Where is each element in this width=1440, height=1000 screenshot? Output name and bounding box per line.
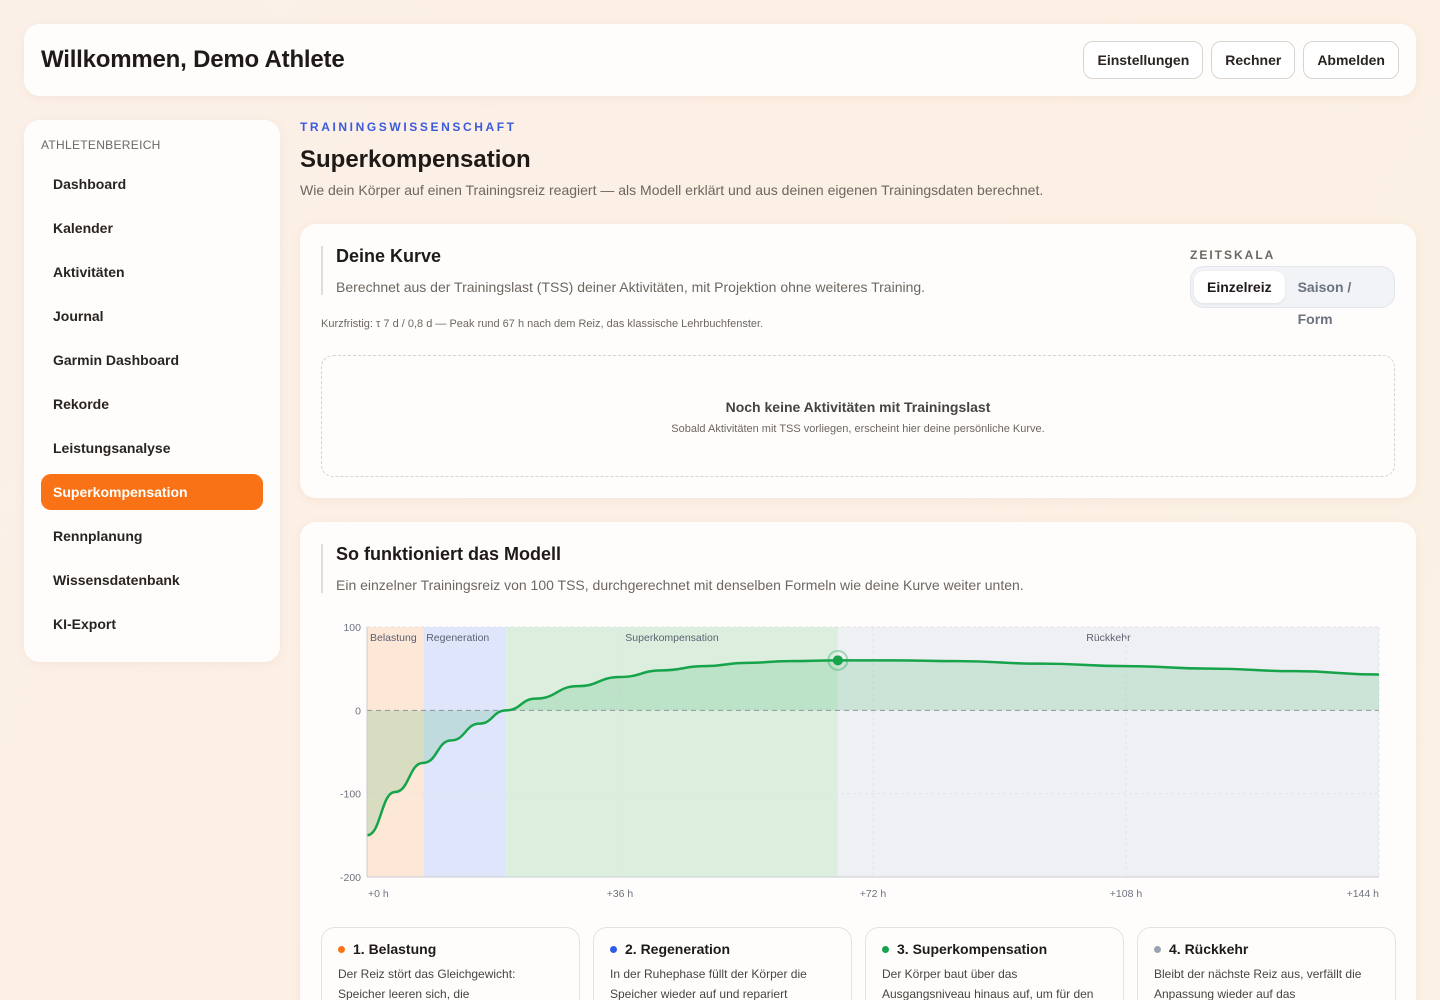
curve-card-header: Deine Kurve Berechnet aus der Trainingsl…: [321, 246, 925, 295]
phase-label: Superkompensation: [625, 632, 719, 644]
phase-label: Belastung: [370, 632, 417, 644]
sidebar-item-leistungsanalyse[interactable]: Leistungsanalyse: [41, 430, 263, 466]
y-tick-label: 0: [355, 705, 361, 717]
sidebar-item-journal[interactable]: Journal: [41, 298, 263, 334]
sidebar-item-rennplanung[interactable]: Rennplanung: [41, 518, 263, 554]
x-tick-label: +108 h: [1110, 888, 1143, 900]
x-tick-label: +144 h: [1347, 888, 1380, 900]
x-tick-label: +0 h: [368, 888, 389, 900]
curve-card: Deine Kurve Berechnet aus der Trainingsl…: [300, 224, 1416, 498]
x-tick-label: +36 h: [607, 888, 634, 900]
welcome-title: Willkommen, Demo Athlete: [41, 46, 345, 73]
scale-option-season[interactable]: Saison / Form: [1285, 271, 1391, 327]
sidebar-item-rekorde[interactable]: Rekorde: [41, 386, 263, 422]
phase-card-title: 4. Rückkehr: [1169, 941, 1249, 957]
scale-option-single[interactable]: Einzelreiz: [1194, 271, 1285, 303]
main-content: TRAININGSWISSENSCHAFT Superkompensation …: [300, 120, 1416, 1000]
page-eyebrow: TRAININGSWISSENSCHAFT: [300, 120, 517, 134]
phase-card-regeneration: 2. Regeneration In der Ruhephase füllt d…: [593, 927, 852, 1000]
y-tick-label: -200: [340, 872, 361, 884]
time-scale-label: ZEITSKALA: [1190, 248, 1276, 262]
phase-dot-icon: [610, 945, 617, 953]
phase-dot-icon: [338, 945, 345, 953]
peak-marker: [832, 655, 843, 666]
phase-label: Regeneration: [426, 632, 489, 644]
curve-card-subtitle: Berechnet aus der Trainingslast (TSS) de…: [336, 279, 926, 295]
phase-card-load: 1. Belastung Der Reiz stört das Gleichge…: [321, 927, 580, 1000]
empty-state-text: Sobald Aktivitäten mit TSS vorliegen, er…: [671, 423, 1045, 435]
phase-card-text: In der Ruhephase füllt der Körper die Sp…: [610, 967, 807, 1000]
phase-card-return: 4. Rückkehr Bleibt der nächste Reiz aus,…: [1137, 927, 1396, 1000]
page-title: Superkompensation: [300, 146, 531, 173]
sidebar-item-superkompensation[interactable]: Superkompensation: [41, 474, 263, 510]
settings-button[interactable]: Einstellungen: [1083, 41, 1204, 79]
phase-card-text: Der Reiz stört das Gleichgewicht: Speich…: [338, 967, 516, 1000]
phase-card-text: Bleibt der nächste Reiz aus, verfällt di…: [1154, 967, 1362, 1000]
curve-card-title: Deine Kurve: [336, 246, 442, 266]
sidebar-item-garmin-dashboard[interactable]: Garmin Dashboard: [41, 342, 263, 378]
sidebar-item-ki-export[interactable]: KI-Export: [41, 606, 263, 642]
x-tick-label: +72 h: [860, 888, 887, 900]
sidebar-item-aktivitaeten[interactable]: Aktivitäten: [41, 254, 263, 290]
phase-dot-icon: [1154, 945, 1161, 953]
calculator-button[interactable]: Rechner: [1211, 41, 1296, 79]
page-subtitle: Wie dein Körper auf einen Trainingsreiz …: [300, 182, 1044, 198]
curve-note: Kurzfristig: τ 7 d / 0,8 d — Peak rund 6…: [321, 318, 764, 330]
top-actions: Einstellungen Rechner Abmelden: [1083, 41, 1399, 79]
top-bar: Willkommen, Demo Athlete Einstellungen R…: [24, 24, 1416, 96]
phase-card-title: 3. Superkompensation: [897, 941, 1048, 957]
time-scale-toggle: Einzelreiz Saison / Form: [1190, 266, 1395, 327]
sidebar-item-dashboard[interactable]: Dashboard: [41, 166, 263, 202]
empty-state: Noch keine Aktivitäten mit Trainingslast…: [321, 355, 1395, 477]
phase-card-supercompensation: 3. Superkompensation Der Körper baut übe…: [865, 927, 1124, 1000]
phase-card-text: Der Körper baut über das Ausgangsniveau …: [882, 967, 1094, 1000]
logout-button[interactable]: Abmelden: [1303, 41, 1399, 79]
sidebar-item-wissensdatenbank[interactable]: Wissensdatenbank: [41, 562, 263, 598]
phase-cards: 1. Belastung Der Reiz stört das Gleichge…: [321, 927, 1396, 1000]
supercompensation-chart: Belastung Regeneration Superkompensation Rü…: [340, 622, 1380, 900]
sidebar-item-kalender[interactable]: Kalender: [41, 210, 263, 246]
phase-card-title: 2. Regeneration: [625, 941, 731, 957]
sidebar: ATHLETENBEREICH Dashboard Kalender Aktiv…: [24, 120, 280, 662]
empty-state-title: Noch keine Aktivitäten mit Trainingslast: [725, 399, 991, 415]
sidebar-heading: ATHLETENBEREICH: [41, 138, 161, 152]
y-tick-label: -100: [340, 789, 361, 801]
model-card: So funktioniert das Modell Ein einzelner…: [300, 522, 1416, 1000]
y-tick-label: 100: [343, 622, 361, 634]
phase-label: Rückkehr: [1086, 632, 1131, 644]
phase-card-title: 1. Belastung: [353, 941, 437, 957]
phase-dot-icon: [882, 945, 889, 953]
